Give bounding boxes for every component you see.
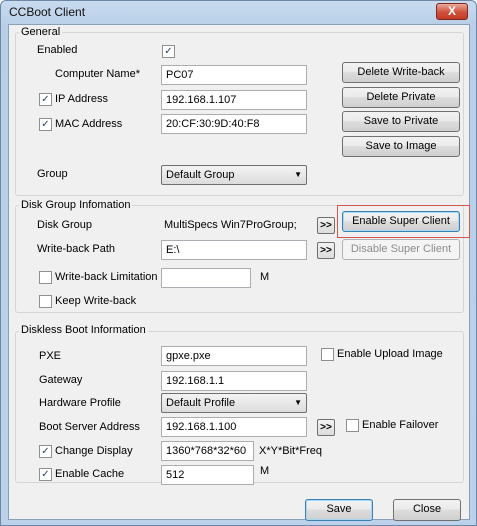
writeback-limitation-unit: M xyxy=(260,271,270,283)
keep-writeback-checkbox[interactable] xyxy=(39,295,52,308)
disable-super-client-button[interactable]: Disable Super Client xyxy=(342,239,460,260)
enabled-label: Enabled xyxy=(37,44,78,56)
delete-private-button[interactable]: Delete Private xyxy=(342,87,460,108)
dialog-body: General Enabled ✓ Computer Name* PC07 ✓ … xyxy=(8,24,470,521)
writeback-limitation-input[interactable] xyxy=(161,268,251,288)
change-display-input[interactable]: 1360*768*32*60 xyxy=(161,441,254,461)
computer-name-label: Computer Name* xyxy=(55,68,140,80)
disk-group-browse-button[interactable]: >> xyxy=(317,217,335,234)
hardware-profile-value: Default Profile xyxy=(166,397,236,409)
mac-address-label: MAC Address xyxy=(55,118,123,130)
title-bar[interactable]: CCBoot Client X xyxy=(1,1,476,25)
writeback-path-input[interactable]: E:\ xyxy=(161,240,307,260)
diskless-boot-legend: Diskless Boot Information xyxy=(19,324,148,336)
writeback-limitation-checkbox[interactable] xyxy=(39,271,52,284)
enable-failover-label: Enable Failover xyxy=(362,419,439,431)
save-to-image-button[interactable]: Save to Image xyxy=(342,136,460,157)
disk-group-value: MultiSpecs Win7ProGroup; xyxy=(164,219,297,231)
writeback-path-label: Write-back Path xyxy=(37,243,116,255)
mac-address-input[interactable]: 20:CF:30:9D:40:F8 xyxy=(161,114,307,134)
hardware-profile-label: Hardware Profile xyxy=(39,397,121,409)
delete-writeback-button[interactable]: Delete Write-back xyxy=(342,62,460,83)
ccboot-client-window: CCBoot Client X General Enabled ✓ Comput… xyxy=(0,0,477,526)
save-to-private-button[interactable]: Save to Private xyxy=(342,111,460,132)
window-close-button[interactable]: X xyxy=(436,3,468,20)
ip-address-label: IP Address xyxy=(55,93,108,105)
enable-cache-input[interactable]: 512 xyxy=(161,465,254,485)
writeback-path-browse-button[interactable]: >> xyxy=(317,242,335,259)
group-label: Group xyxy=(37,168,68,180)
ip-address-input[interactable]: 192.168.1.107 xyxy=(161,90,307,110)
gateway-label: Gateway xyxy=(39,374,83,386)
disk-group-legend: Disk Group Infomation xyxy=(19,199,133,211)
ip-address-checkbox[interactable]: ✓ xyxy=(39,93,52,106)
hardware-profile-select[interactable]: Default Profile ▼ xyxy=(161,393,307,413)
enable-failover-checkbox[interactable] xyxy=(346,419,359,432)
pxe-label: PXE xyxy=(39,350,62,362)
change-display-checkbox[interactable]: ✓ xyxy=(39,445,52,458)
chevron-down-icon: ▼ xyxy=(294,398,302,407)
keep-writeback-label: Keep Write-back xyxy=(55,295,137,307)
disk-group-label: Disk Group xyxy=(37,219,93,231)
enable-cache-label: Enable Cache xyxy=(55,468,125,480)
pxe-input[interactable]: gpxe.pxe xyxy=(161,346,307,366)
group-select-value: Default Group xyxy=(166,169,235,181)
enable-upload-image-label: Enable Upload Image xyxy=(337,348,443,360)
boot-server-browse-button[interactable]: >> xyxy=(317,419,335,436)
enable-cache-checkbox[interactable]: ✓ xyxy=(39,468,52,481)
boot-server-label: Boot Server Address xyxy=(39,421,140,433)
writeback-limitation-label: Write-back Limitation xyxy=(55,271,158,283)
window-title: CCBoot Client xyxy=(9,5,86,19)
enable-upload-image-checkbox[interactable] xyxy=(321,348,334,361)
group-select[interactable]: Default Group ▼ xyxy=(161,165,307,185)
change-display-label: Change Display xyxy=(55,445,133,457)
gateway-input[interactable]: 192.168.1.1 xyxy=(161,371,307,391)
save-button[interactable]: Save xyxy=(305,499,373,521)
enabled-checkbox[interactable]: ✓ xyxy=(162,45,175,58)
boot-server-input[interactable]: 192.168.1.100 xyxy=(161,417,307,437)
computer-name-input[interactable]: PC07 xyxy=(161,65,307,85)
close-button[interactable]: Close xyxy=(393,499,461,521)
mac-address-checkbox[interactable]: ✓ xyxy=(39,118,52,131)
enable-cache-unit: M xyxy=(260,465,270,477)
general-legend: General xyxy=(19,26,63,38)
display-format-hint: X*Y*Bit*Freq xyxy=(259,445,322,457)
chevron-down-icon: ▼ xyxy=(294,170,302,179)
enable-super-client-button[interactable]: Enable Super Client xyxy=(342,211,460,232)
